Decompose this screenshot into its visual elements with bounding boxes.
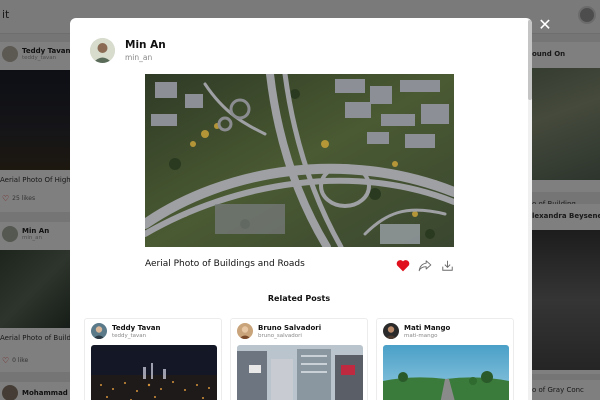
share-icon[interactable] [418,258,432,272]
heart-icon[interactable] [396,258,410,272]
post-actions [396,258,454,272]
author-handle: bruno_salvadori [258,332,302,339]
author-name: Teddy Tavan [112,323,161,332]
download-icon[interactable] [440,258,454,272]
related-post-card[interactable]: Teddy Tavan teddy_tavan [84,318,222,400]
avatar [237,323,253,339]
close-icon[interactable]: ✕ [536,16,554,34]
avatar [383,323,399,339]
post-author[interactable]: Min An min_an [90,38,166,63]
author-name: Bruno Salvadori [258,323,322,332]
related-author[interactable]: Bruno Salvadori bruno_salvadori [237,323,321,339]
post-title: Aerial Photo of Buildings and Roads [145,259,305,269]
related-author[interactable]: Mati Mango mati-mango [383,323,450,339]
post-modal: Min An min_an Aerial Photo of Buildings … [70,18,532,400]
related-post-image [383,345,509,400]
scrollbar[interactable] [528,18,532,400]
related-post-card[interactable]: Bruno Salvadori bruno_salvadori [230,318,368,400]
post-image [145,74,454,247]
related-post-card[interactable]: Mati Mango mati-mango [376,318,514,400]
related-post-image [237,345,363,400]
related-posts-heading: Related Posts [267,294,331,303]
author-handle: mati-mango [404,332,438,339]
scrollbar-thumb[interactable] [528,20,532,100]
author-handle: min_an [125,53,153,62]
author-name[interactable]: Min An [125,39,166,51]
related-author[interactable]: Teddy Tavan teddy_tavan [91,323,160,339]
author-handle: teddy_tavan [112,332,147,339]
author-name: Mati Mango [404,323,451,332]
related-post-image [91,345,217,400]
author-avatar[interactable] [90,38,115,63]
avatar [91,323,107,339]
